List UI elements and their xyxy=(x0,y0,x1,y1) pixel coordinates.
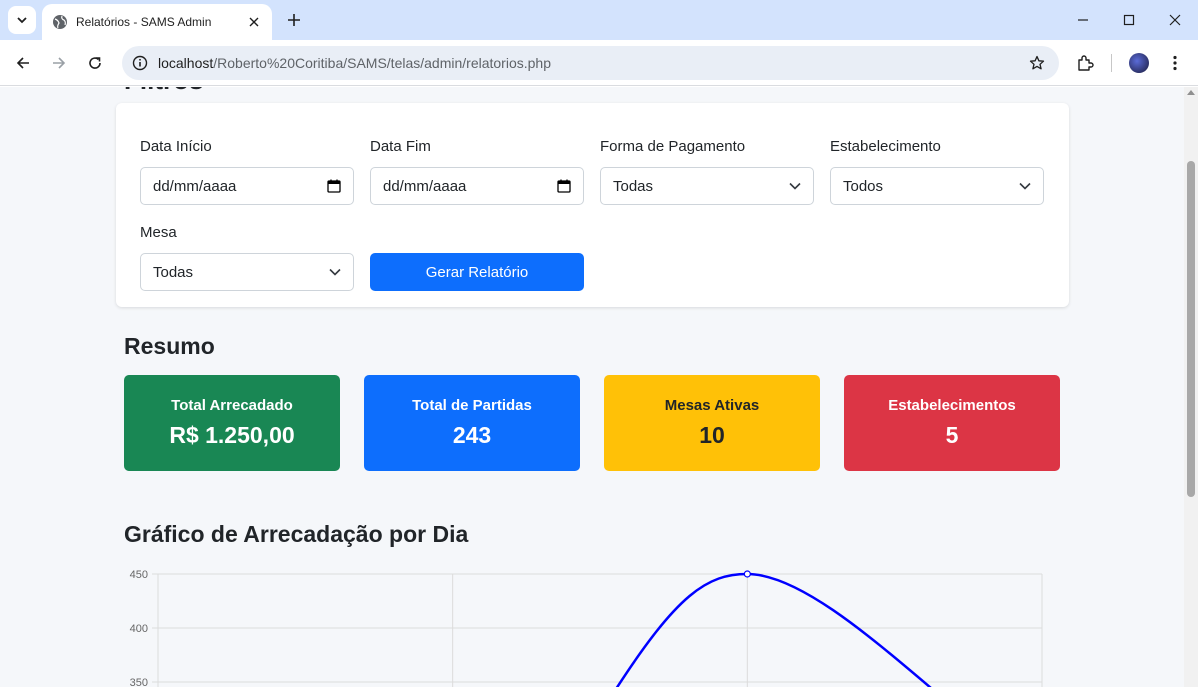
forward-button[interactable] xyxy=(45,49,73,77)
close-tab-icon[interactable] xyxy=(246,14,262,30)
y-tick-label: 400 xyxy=(130,623,148,635)
chevron-down-icon xyxy=(329,268,341,276)
back-button[interactable] xyxy=(9,49,37,77)
data-fim-label: Data Fim xyxy=(370,138,431,155)
address-bar[interactable]: localhost/Roberto%20Coritiba/SAMS/telas/… xyxy=(122,46,1059,80)
close-window-button[interactable] xyxy=(1152,0,1198,40)
stat-card-total-partidas: Total de Partidas 243 xyxy=(364,375,580,471)
data-inicio-value: dd/mm/aaaa xyxy=(153,177,237,195)
stat-card-mesas-ativas: Mesas Ativas 10 xyxy=(604,375,820,471)
stat-card-total-arrecadado: Total Arrecadado R$ 1.250,00 xyxy=(124,375,340,471)
tab-title: Relatórios - SAMS Admin xyxy=(76,15,212,29)
scroll-thumb[interactable] xyxy=(1187,161,1195,497)
y-tick-label: 450 xyxy=(130,569,148,581)
arrow-right-icon xyxy=(53,57,66,69)
plus-icon xyxy=(288,14,300,26)
revenue-line-chart: 450 400 350 xyxy=(130,569,1043,687)
mesa-value: Todas xyxy=(153,263,194,281)
url-host: localhost xyxy=(158,55,214,71)
filters-heading: Filtros xyxy=(124,87,203,96)
extensions-icon[interactable] xyxy=(1073,51,1097,75)
site-info-icon[interactable] xyxy=(130,53,150,73)
menu-kebab-icon[interactable] xyxy=(1163,51,1187,75)
mesa-select[interactable]: Todas xyxy=(140,253,354,291)
y-tick-label: 350 xyxy=(130,677,148,687)
forma-pagamento-value: Todas xyxy=(613,177,654,195)
tab-search-button[interactable] xyxy=(8,6,36,34)
stat-card-estabelecimentos: Estabelecimentos 5 xyxy=(844,375,1060,471)
stat-label: Estabelecimentos xyxy=(888,397,1016,414)
reload-icon xyxy=(89,57,101,69)
page-scrollbar[interactable] xyxy=(1184,87,1198,687)
close-icon xyxy=(1169,14,1181,26)
estabelecimento-value: Todos xyxy=(843,177,884,195)
new-tab-button[interactable] xyxy=(282,8,306,32)
filters-card: Data Início dd/mm/aaaa Data Fim dd/mm/aa… xyxy=(116,103,1069,307)
page-viewport: Filtros Data Início dd/mm/aaaa Data Fim … xyxy=(0,87,1184,687)
forma-pagamento-label: Forma de Pagamento xyxy=(600,138,746,155)
globe-icon xyxy=(53,15,67,29)
toolbar-separator xyxy=(1111,54,1112,72)
stat-value: 10 xyxy=(699,422,725,448)
arrow-left-icon xyxy=(16,57,29,69)
chevron-down-icon xyxy=(17,17,27,24)
chevron-down-icon xyxy=(789,182,801,190)
reload-button[interactable] xyxy=(81,49,109,77)
data-fim-input[interactable]: dd/mm/aaaa xyxy=(370,167,584,205)
stat-label: Total de Partidas xyxy=(412,397,532,414)
data-fim-value: dd/mm/aaaa xyxy=(383,177,467,195)
data-point xyxy=(743,570,751,578)
minimize-button[interactable] xyxy=(1060,0,1106,40)
scroll-up-arrow-icon[interactable] xyxy=(1187,90,1195,95)
url-path: /Roberto%20Coritiba/SAMS/telas/admin/rel… xyxy=(213,55,551,71)
forma-pagamento-select[interactable]: Todas xyxy=(600,167,814,205)
estabelecimento-select[interactable]: Todos xyxy=(830,167,1044,205)
browser-tab-bar: Relatórios - SAMS Admin xyxy=(0,0,1198,40)
browser-tab[interactable]: Relatórios - SAMS Admin xyxy=(42,4,272,40)
calendar-icon[interactable] xyxy=(327,179,341,193)
stat-label: Total Arrecadado xyxy=(171,397,293,414)
chevron-down-icon xyxy=(1019,182,1031,190)
stat-value: R$ 1.250,00 xyxy=(169,422,295,448)
minimize-icon xyxy=(1078,19,1088,21)
stat-value: 243 xyxy=(452,422,492,448)
stat-label: Mesas Ativas xyxy=(664,397,760,414)
series-line xyxy=(615,572,932,687)
profile-avatar[interactable] xyxy=(1129,53,1149,73)
calendar-icon[interactable] xyxy=(557,179,571,193)
data-inicio-input[interactable]: dd/mm/aaaa xyxy=(140,167,354,205)
data-inicio-label: Data Início xyxy=(140,138,212,155)
url-text: localhost/Roberto%20Coritiba/SAMS/telas/… xyxy=(158,55,551,71)
maximize-icon xyxy=(1123,14,1135,26)
gerar-relatorio-button[interactable]: Gerar Relatório xyxy=(370,253,584,291)
maximize-button[interactable] xyxy=(1106,0,1152,40)
browser-toolbar: localhost/Roberto%20Coritiba/SAMS/telas/… xyxy=(0,40,1198,86)
estabelecimento-label: Estabelecimento xyxy=(830,138,941,155)
chart-heading: Gráfico de Arrecadação por Dia xyxy=(124,521,469,547)
mesa-label: Mesa xyxy=(140,224,177,241)
summary-heading: Resumo xyxy=(124,333,215,359)
bookmark-star-icon[interactable] xyxy=(1027,53,1047,73)
stat-value: 5 xyxy=(945,422,959,448)
